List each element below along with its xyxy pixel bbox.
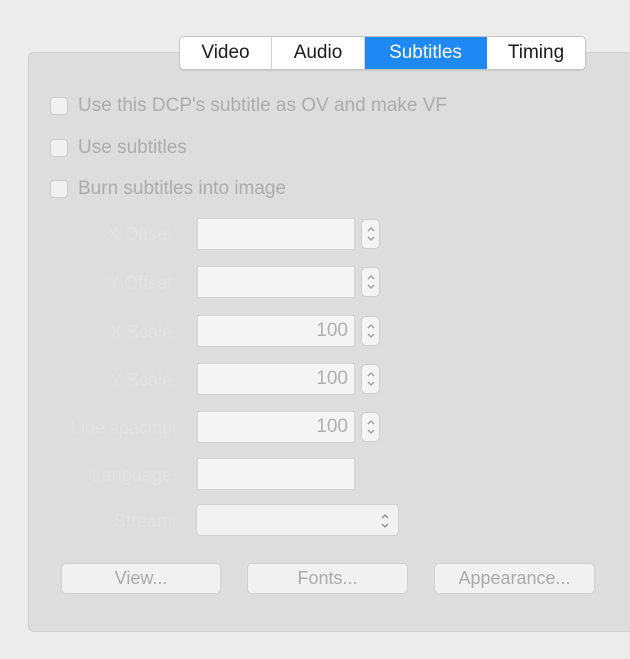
appearance-button[interactable]: Appearance... — [434, 563, 595, 594]
line-spacing-label: Line spacing — [70, 418, 172, 438]
chevron-updown-icon — [380, 512, 390, 535]
y-offset-field[interactable] — [197, 266, 355, 298]
use-subtitles-label: Use subtitles — [78, 137, 187, 158]
y-scale-label: Y Scale — [110, 370, 172, 390]
stepper-arrows-icon — [367, 227, 374, 241]
y-offset-label: Y Offset — [107, 273, 172, 293]
x-scale-field[interactable]: 100 — [197, 315, 355, 347]
view-button[interactable]: View... — [61, 563, 221, 594]
use-subtitles-row[interactable]: Use subtitles — [50, 136, 187, 160]
stream-label: Stream — [113, 511, 172, 531]
burn-subtitles-label: Burn subtitles into image — [78, 178, 287, 199]
burn-subtitles-checkbox[interactable] — [50, 180, 68, 198]
burn-subtitles-row[interactable]: Burn subtitles into image — [50, 177, 286, 201]
x-scale-stepper[interactable] — [361, 316, 380, 346]
y-scale-stepper[interactable] — [361, 364, 380, 394]
y-offset-stepper[interactable] — [361, 267, 380, 297]
tab-audio[interactable]: Audio — [272, 37, 365, 69]
use-dcp-subtitle-label: Use this DCP's subtitle as OV and make V… — [78, 95, 447, 116]
use-subtitles-checkbox[interactable] — [50, 139, 68, 157]
fonts-button[interactable]: Fonts... — [247, 563, 408, 594]
stream-select[interactable] — [196, 504, 399, 536]
tab-subtitles[interactable]: Subtitles — [365, 37, 487, 69]
stepper-arrows-icon — [367, 324, 374, 338]
y-scale-field[interactable]: 100 — [197, 363, 355, 395]
language-field[interactable] — [197, 458, 355, 490]
stepper-arrows-icon — [367, 275, 374, 289]
x-offset-stepper[interactable] — [361, 219, 380, 249]
use-dcp-subtitle-checkbox[interactable] — [50, 97, 68, 115]
line-spacing-stepper[interactable] — [361, 412, 380, 442]
stepper-arrows-icon — [367, 372, 374, 386]
language-label: Language — [91, 465, 172, 485]
tab-bar: Video Audio Subtitles Timing — [179, 36, 586, 70]
x-scale-label: X Scale — [109, 322, 172, 342]
tab-video[interactable]: Video — [180, 37, 272, 69]
use-dcp-subtitle-row[interactable]: Use this DCP's subtitle as OV and make V… — [50, 94, 447, 118]
line-spacing-field[interactable]: 100 — [197, 411, 355, 443]
stepper-arrows-icon — [367, 420, 374, 434]
tab-timing[interactable]: Timing — [487, 37, 585, 69]
x-offset-label: X Offset — [107, 224, 172, 244]
dcp-content-panel: Video Audio Subtitles Timing Use this DC… — [0, 0, 630, 659]
x-offset-field[interactable] — [197, 218, 355, 250]
